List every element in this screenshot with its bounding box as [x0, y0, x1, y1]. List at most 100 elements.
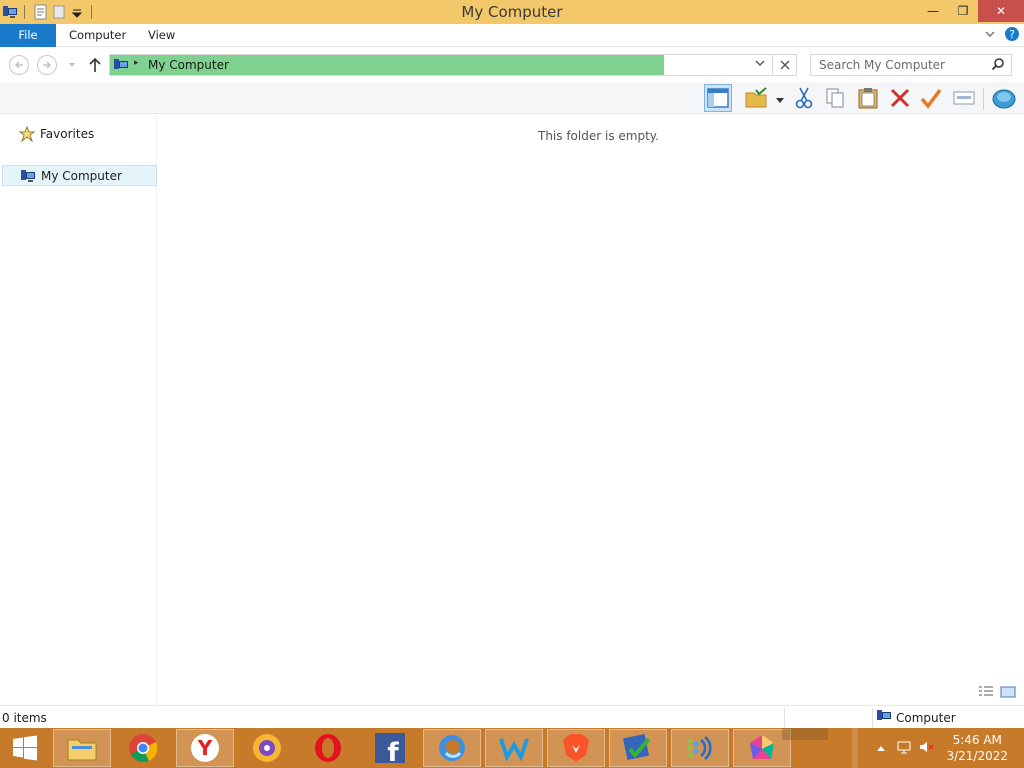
chevron-down-icon[interactable]: [754, 57, 766, 72]
forward-button[interactable]: [37, 55, 57, 75]
opera-icon: [315, 734, 341, 762]
taskbar-edge[interactable]: [423, 729, 481, 767]
taskbar-wavebox[interactable]: [485, 729, 543, 767]
recent-locations-icon[interactable]: [67, 59, 77, 73]
checkmark-icon: [920, 88, 942, 109]
chrome-icon: [129, 734, 158, 763]
address-row: ▸ My Computer: [0, 48, 1024, 82]
back-button[interactable]: [9, 55, 29, 75]
sidebar-item-label: Favorites: [40, 126, 95, 141]
brave-lion-icon: [563, 734, 589, 762]
facebook-icon: f: [375, 733, 405, 764]
tab-file[interactable]: File: [0, 24, 56, 47]
close-icon: [780, 60, 789, 70]
cent-browser-icon: [253, 734, 281, 762]
computer-icon: [876, 709, 892, 726]
help-icon[interactable]: ?: [1004, 26, 1020, 45]
star-icon: [19, 125, 35, 142]
taskbar-cent-browser[interactable]: [238, 729, 296, 767]
taskbar-yandex[interactable]: Y: [176, 729, 234, 767]
sidebar-item-favorites[interactable]: Favorites: [0, 123, 157, 144]
search-icon[interactable]: [991, 57, 1005, 74]
restore-button[interactable]: ❐: [948, 0, 978, 22]
checklist-app-icon: [622, 733, 651, 761]
minimize-button[interactable]: —: [918, 0, 948, 22]
folder-options-button[interactable]: [742, 84, 770, 112]
chevron-up-icon[interactable]: [876, 741, 886, 755]
arrow-right-icon: [43, 61, 52, 69]
clock-time: 5:46 AM: [952, 733, 1002, 747]
delete-x-icon: [890, 88, 910, 108]
colorful-app-icon: [750, 735, 774, 759]
svg-text:f: f: [387, 738, 399, 764]
network-button[interactable]: [990, 84, 1018, 112]
rename-button[interactable]: [950, 84, 978, 112]
expand-ribbon-icon[interactable]: [984, 28, 996, 43]
view-switcher: [978, 685, 1016, 702]
breadcrumb[interactable]: My Computer: [148, 58, 229, 72]
folder-icon: [67, 739, 97, 761]
folder-check-icon: [745, 87, 767, 108]
chevron-down-icon[interactable]: [775, 94, 785, 108]
taskbar: Y f 5:46 AM 3/21/2022: [0, 728, 1024, 768]
status-divider: [872, 708, 873, 728]
wavebox-icon: [499, 738, 529, 761]
network-icon[interactable]: [896, 739, 912, 758]
window-controls: — ❐ ✕: [918, 0, 1024, 24]
address-bar[interactable]: ▸ My Computer: [109, 54, 797, 76]
system-clock[interactable]: 5:46 AM 3/21/2022: [946, 732, 1008, 764]
computer-icon: [113, 57, 129, 76]
breadcrumb-arrow-icon[interactable]: ▸: [134, 58, 139, 68]
status-bar: 0 items Computer: [0, 686, 1024, 728]
taskbar-facebook[interactable]: f: [361, 729, 419, 767]
clear-address-button[interactable]: [772, 55, 796, 75]
search-input[interactable]: [811, 55, 981, 75]
ribbon-tabs: File Computer View ?: [0, 24, 1024, 47]
taskbar-chrome[interactable]: [114, 729, 172, 767]
paste-button[interactable]: [854, 84, 882, 112]
network-globe-icon: [992, 89, 1016, 109]
start-button[interactable]: [0, 729, 50, 767]
preview-pane-button[interactable]: [704, 84, 732, 112]
taskbar-file-explorer[interactable]: [53, 729, 111, 767]
svg-text:?: ?: [1009, 28, 1015, 41]
svg-text:Y: Y: [197, 736, 213, 760]
clock-date: 3/21/2022: [946, 749, 1008, 763]
taskbar-dots-app[interactable]: [671, 729, 729, 767]
window-title: My Computer: [461, 3, 563, 21]
windows-logo-icon: [13, 735, 37, 761]
status-location-label: Computer: [896, 710, 956, 725]
apply-button[interactable]: [917, 84, 945, 112]
details-view-icon[interactable]: [978, 685, 994, 702]
status-location: Computer: [876, 709, 956, 726]
browser-swirl-icon: [439, 735, 465, 761]
taskbar-opera[interactable]: [299, 729, 357, 767]
volume-muted-icon[interactable]: [918, 739, 934, 758]
empty-folder-message: This folder is empty.: [538, 129, 659, 143]
rename-icon: [953, 91, 975, 105]
yandex-icon: Y: [191, 734, 219, 762]
arrow-left-icon: [14, 61, 23, 69]
copy-button[interactable]: [821, 84, 849, 112]
taskbar-app-checker[interactable]: [609, 729, 667, 767]
close-button[interactable]: ✕: [978, 0, 1024, 22]
tab-view[interactable]: View: [138, 24, 185, 47]
large-icons-view-icon[interactable]: [1000, 685, 1016, 702]
command-toolbar: [0, 82, 1024, 114]
scissors-icon: [795, 87, 813, 109]
delete-button[interactable]: [886, 84, 914, 112]
tab-computer[interactable]: Computer: [59, 24, 136, 47]
taskbar-empty-slot: [782, 728, 828, 740]
up-level-button[interactable]: [88, 57, 102, 76]
sidebar-item-my-computer[interactable]: My Computer: [2, 165, 157, 186]
ribbon-controls: ?: [984, 26, 1020, 45]
computer-icon: [20, 168, 36, 184]
clipboard-icon: [858, 88, 878, 109]
arrow-up-icon: [89, 57, 101, 72]
title-bar: My Computer — ❐ ✕: [0, 0, 1024, 24]
taskbar-brave[interactable]: [547, 729, 605, 767]
layout-icon: [707, 88, 729, 108]
cut-button[interactable]: [790, 84, 818, 112]
toolbar-separator: [983, 88, 984, 110]
status-divider: [784, 708, 785, 728]
